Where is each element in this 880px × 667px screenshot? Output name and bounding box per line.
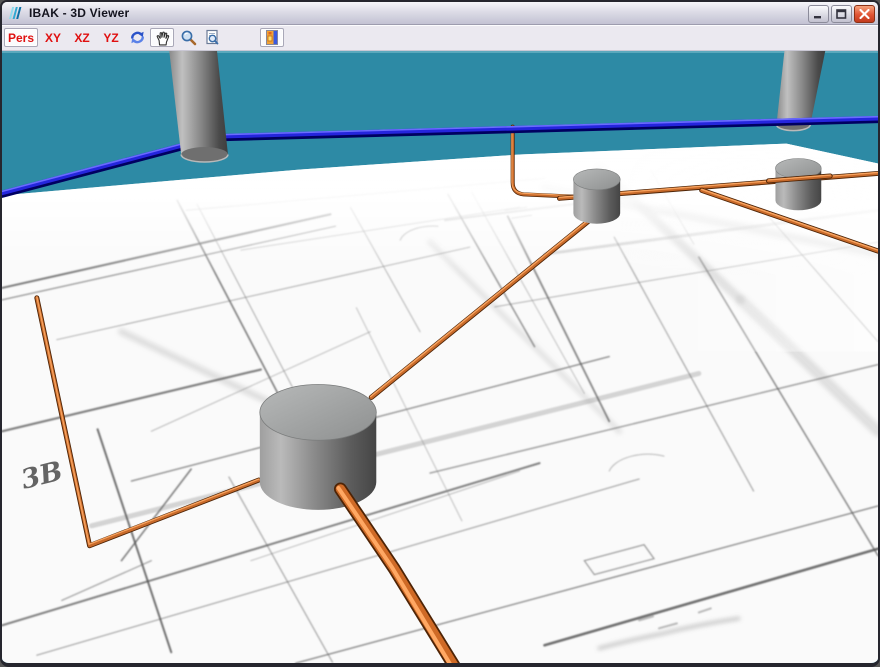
site-plan-image-icon — [264, 29, 280, 46]
zoom-view-button[interactable] — [177, 28, 199, 47]
window-controls — [808, 5, 875, 23]
view-yz-label: YZ — [103, 31, 118, 45]
rotate-view-button[interactable] — [127, 28, 148, 47]
app-logo-icon — [8, 5, 25, 21]
maximize-button[interactable] — [831, 5, 852, 23]
manhole-mid — [573, 169, 620, 224]
view-xz-label: XZ — [74, 31, 89, 45]
manhole-big — [260, 384, 376, 509]
minimize-button[interactable] — [808, 5, 829, 23]
rotate-arrows-icon — [129, 29, 146, 46]
magnifier-icon — [180, 29, 197, 46]
maximize-icon — [836, 9, 847, 19]
view-yz-button[interactable]: YZ — [98, 28, 124, 47]
viewport-3d[interactable]: 3B — [2, 51, 878, 664]
viewport-canvas[interactable]: 3B — [2, 51, 878, 664]
view-pers-button[interactable]: Pers — [4, 28, 38, 47]
site-plan-ground: 3B — [2, 141, 878, 665]
view-pers-label: Pers — [8, 31, 34, 45]
manhole-right — [775, 159, 821, 211]
page-magnifier-icon — [204, 29, 221, 46]
plan-fog-fade-right — [619, 143, 878, 352]
title-bar[interactable]: IBAK - 3D Viewer — [2, 2, 878, 25]
close-button[interactable] — [854, 5, 875, 23]
view-xy-button[interactable]: XY — [40, 28, 66, 47]
view-xy-label: XY — [45, 31, 61, 45]
pan-view-button[interactable] — [150, 28, 174, 47]
viewport-top-highlight — [2, 51, 878, 53]
hand-icon — [154, 29, 171, 46]
app-window: IBAK - 3D Viewer Pers — [0, 0, 880, 667]
zoom-extents-button[interactable] — [201, 28, 223, 47]
minimize-icon — [813, 9, 824, 19]
toolbar: Pers XY XZ YZ — [2, 25, 878, 51]
view-xz-button[interactable]: XZ — [69, 28, 95, 47]
close-icon — [859, 9, 870, 19]
toggle-site-plan-button[interactable] — [260, 28, 284, 47]
window-title: IBAK - 3D Viewer — [29, 6, 129, 20]
